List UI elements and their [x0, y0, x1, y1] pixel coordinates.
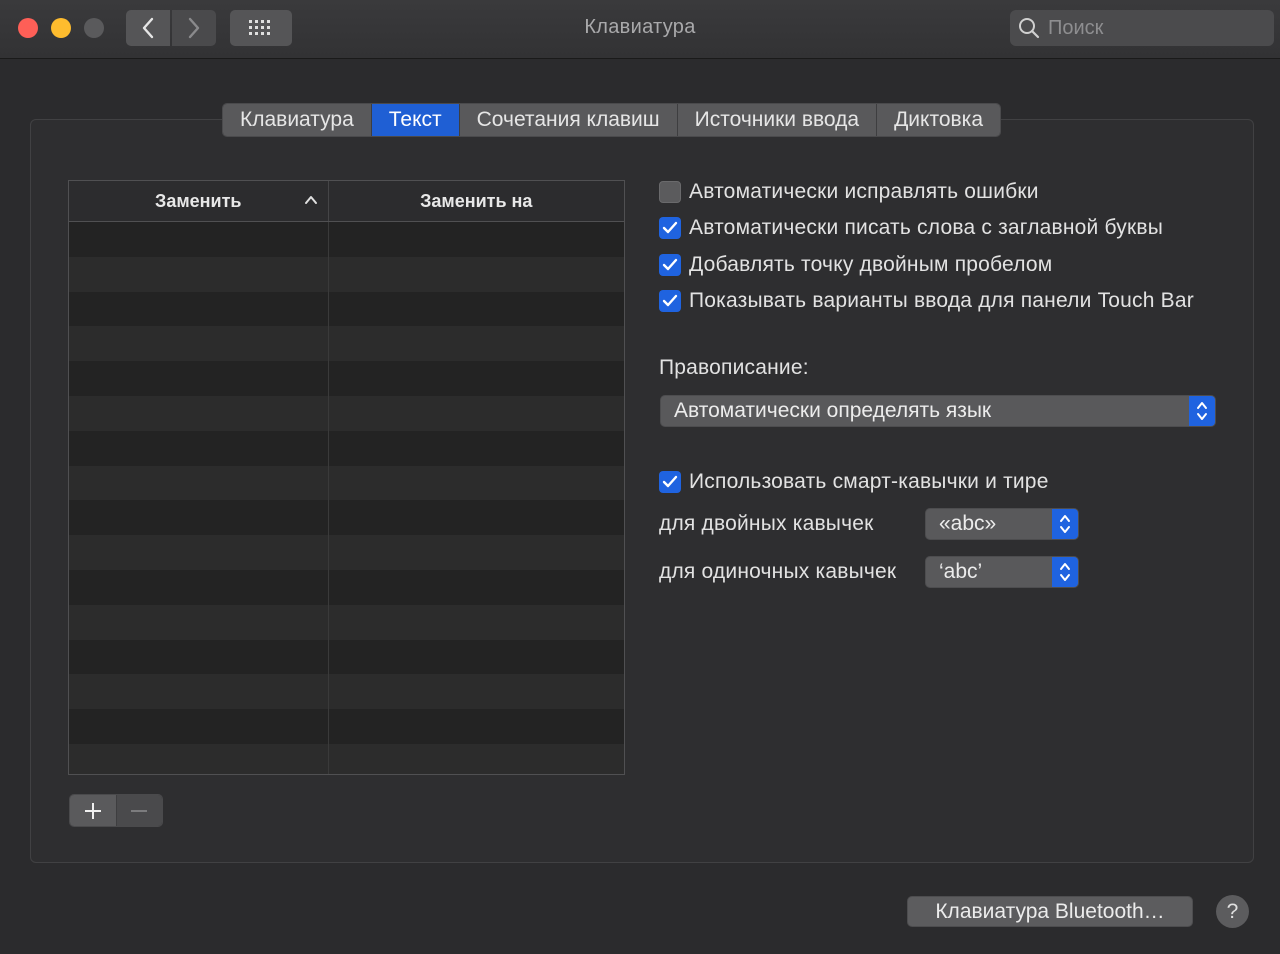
select-arrows-icon: [1189, 396, 1215, 426]
spelling-language-value: Автоматически определять язык: [674, 399, 992, 422]
table-row: [69, 639, 624, 675]
autocapitalize-checkbox[interactable]: [659, 217, 681, 239]
table-row: [69, 222, 624, 257]
bluetooth-keyboard-button[interactable]: Клавиатура Bluetooth…: [907, 896, 1193, 927]
double-space-period-option[interactable]: Добавлять точку двойным пробелом: [659, 253, 1052, 277]
text-replacement-table[interactable]: Заменить Заменить на: [68, 180, 625, 775]
double-quotes-select[interactable]: «abc»: [925, 508, 1079, 540]
table-body: [69, 222, 624, 774]
table-header: Заменить Заменить на: [69, 181, 624, 222]
tab-text[interactable]: Текст: [371, 104, 460, 136]
add-replacement-button[interactable]: [70, 795, 116, 826]
autocorrect-label: Автоматически исправлять ошибки: [689, 180, 1039, 203]
add-remove-control: [69, 794, 163, 827]
autocorrect-checkbox[interactable]: [659, 181, 681, 203]
plus-icon: [84, 802, 101, 819]
remove-replacement-button[interactable]: [115, 795, 162, 826]
tab-input-sources[interactable]: Источники ввода: [677, 104, 878, 136]
table-row: [69, 709, 624, 744]
smart-quotes-label: Использовать смарт-кавычки и тире: [689, 470, 1049, 493]
single-quotes-select[interactable]: ‘abc’: [925, 556, 1079, 588]
table-row: [69, 569, 624, 605]
sort-ascending-icon: [304, 196, 317, 204]
single-quotes-value: ‘abc’: [939, 560, 983, 583]
touchbar-suggestions-label: Показывать варианты ввода для панели Tou…: [689, 289, 1194, 312]
select-arrows-icon: [1052, 509, 1078, 539]
autocorrect-option[interactable]: Автоматически исправлять ошибки: [659, 180, 1039, 204]
checkmark-icon: [662, 294, 678, 307]
double-space-period-checkbox[interactable]: [659, 254, 681, 276]
table-row: [69, 291, 624, 327]
table-row: [69, 674, 624, 710]
double-space-period-label: Добавлять точку двойным пробелом: [689, 253, 1053, 276]
search-input[interactable]: [1046, 15, 1260, 41]
table-row: [69, 326, 624, 362]
spelling-language-select[interactable]: Автоматически определять язык: [660, 395, 1216, 427]
checkmark-icon: [662, 258, 678, 271]
help-button[interactable]: ?: [1216, 895, 1249, 928]
checkmark-icon: [662, 221, 678, 234]
table-row: [69, 465, 624, 501]
smart-quotes-option[interactable]: Использовать смарт-кавычки и тире: [659, 470, 1049, 494]
autocapitalize-option[interactable]: Автоматически писать слова с заглавной б…: [659, 216, 1163, 240]
autocapitalize-label: Автоматически писать слова с заглавной б…: [689, 216, 1164, 239]
column-header-with-label: Заменить на: [420, 191, 533, 211]
single-quotes-label: для одиночных кавычек: [659, 560, 897, 583]
tab-shortcuts[interactable]: Сочетания клавиш: [459, 104, 678, 136]
minus-icon: [131, 809, 148, 812]
double-quotes-label: для двойных кавычек: [659, 512, 874, 535]
table-row: [69, 535, 624, 570]
table-row: [69, 361, 624, 396]
touchbar-suggestions-option[interactable]: Показывать варианты ввода для панели Tou…: [659, 289, 1194, 313]
checkmark-icon: [662, 475, 678, 488]
column-header-replace-label: Заменить: [155, 191, 242, 211]
tab-bar: Клавиатура Текст Сочетания клавиш Источн…: [222, 103, 1001, 137]
table-row: [69, 743, 624, 774]
tab-dictation[interactable]: Диктовка: [877, 104, 1000, 136]
double-quotes-value: «abc»: [939, 512, 997, 535]
touchbar-suggestions-checkbox[interactable]: [659, 290, 681, 312]
search-field[interactable]: [1010, 10, 1274, 46]
table-row: [69, 430, 624, 466]
table-row: [69, 256, 624, 292]
search-icon: [1019, 18, 1040, 39]
spelling-label: Правописание:: [659, 356, 809, 379]
column-header-with[interactable]: Заменить на: [329, 181, 624, 221]
table-row: [69, 500, 624, 536]
select-arrows-icon: [1052, 557, 1078, 587]
table-row: [69, 604, 624, 640]
smart-quotes-checkbox[interactable]: [659, 471, 681, 493]
column-header-replace[interactable]: Заменить: [69, 181, 329, 221]
tab-keyboard[interactable]: Клавиатура: [223, 104, 372, 136]
table-row: [69, 395, 624, 431]
title-bar: Клавиатура: [0, 0, 1280, 59]
